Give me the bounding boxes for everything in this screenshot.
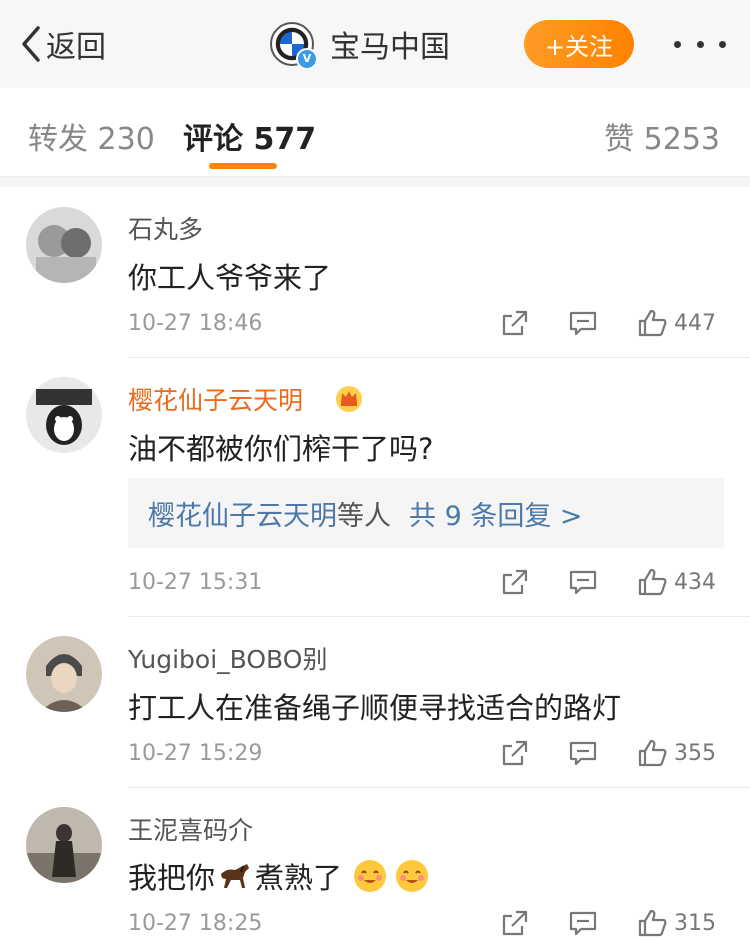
tab-likes[interactable]: 赞 5253 bbox=[604, 114, 720, 158]
horse-emoji-icon bbox=[221, 864, 250, 888]
section-divider bbox=[0, 177, 750, 187]
reply-summary[interactable]: 樱花仙子云天明 等人 共 9 条回复 > bbox=[128, 478, 724, 548]
comment-time: 10-27 15:29 bbox=[128, 741, 263, 766]
chevron-left-icon bbox=[22, 26, 40, 62]
tab-comments[interactable]: 评论 577 bbox=[183, 114, 316, 158]
comment-text: 我把你 煮熟了 bbox=[128, 855, 430, 897]
like-icon bbox=[638, 568, 667, 596]
like-count: 434 bbox=[674, 569, 716, 595]
share-icon[interactable] bbox=[500, 738, 530, 768]
share-icon[interactable] bbox=[500, 567, 530, 597]
comment-icon[interactable] bbox=[568, 738, 598, 768]
account-avatar[interactable]: V bbox=[270, 22, 318, 70]
comment-text-before: 我把你 bbox=[128, 861, 216, 895]
reply-users[interactable]: 樱花仙子云天明 bbox=[148, 494, 337, 533]
like-button[interactable]: 315 bbox=[636, 907, 716, 939]
avatar[interactable] bbox=[26, 207, 102, 283]
avatar[interactable] bbox=[26, 636, 102, 712]
follow-button[interactable]: +关注 bbox=[524, 20, 634, 68]
comment-text: 油不都被你们榨干了吗? bbox=[128, 432, 434, 466]
comment-username[interactable]: Yugiboi_BOBO别 bbox=[128, 640, 327, 676]
comment-actions: 434 bbox=[500, 565, 716, 599]
account-name: 宝马中国 bbox=[330, 30, 450, 65]
like-icon bbox=[638, 309, 667, 337]
comment-username[interactable]: 王泥喜码介 bbox=[128, 811, 253, 847]
crown-icon bbox=[334, 383, 364, 417]
verified-badge-icon: V bbox=[296, 48, 318, 70]
comment-actions: 315 bbox=[500, 906, 716, 940]
comment-text: 打工人在准备绳子顺便寻找适合的路灯 bbox=[128, 691, 622, 725]
comment-icon[interactable] bbox=[568, 308, 598, 338]
comment-username[interactable]: 石丸多 bbox=[128, 210, 203, 246]
like-button[interactable]: 434 bbox=[636, 566, 716, 598]
divider bbox=[128, 787, 750, 788]
comment-time: 10-27 18:25 bbox=[128, 911, 263, 936]
more-dots-icon[interactable] bbox=[674, 26, 726, 62]
comment-actions: 355 bbox=[500, 736, 716, 770]
comment-time: 10-27 15:31 bbox=[128, 570, 263, 595]
comment-icon[interactable] bbox=[568, 567, 598, 597]
blush-emoji-icon bbox=[396, 860, 429, 892]
reply-count-link[interactable]: 共 9 条回复 > bbox=[409, 494, 583, 533]
divider bbox=[128, 616, 750, 617]
comment-text-after: 煮熟了 bbox=[255, 861, 343, 895]
comment-username[interactable]: 樱花仙子云天明 bbox=[128, 381, 303, 417]
like-count: 447 bbox=[674, 310, 716, 336]
like-icon bbox=[638, 739, 667, 767]
back-label: 返回 bbox=[46, 30, 106, 65]
like-count: 355 bbox=[674, 740, 716, 766]
blush-emoji-icon bbox=[354, 860, 387, 892]
active-tab-indicator bbox=[209, 163, 277, 169]
comment-time: 10-27 18:46 bbox=[128, 311, 263, 336]
tab-bar: 转发 230 评论 577 赞 5253 bbox=[0, 88, 750, 177]
avatar[interactable] bbox=[26, 807, 102, 883]
like-button[interactable]: 355 bbox=[636, 737, 716, 769]
top-bar: 返回 V 宝马中国 +关注 bbox=[0, 0, 750, 89]
tab-reposts[interactable]: 转发 230 bbox=[28, 114, 155, 158]
divider bbox=[128, 357, 750, 358]
like-icon bbox=[638, 909, 667, 937]
account-header[interactable]: V 宝马中国 bbox=[270, 20, 450, 70]
back-button[interactable]: 返回 bbox=[20, 22, 106, 66]
avatar[interactable] bbox=[26, 377, 102, 453]
like-count: 315 bbox=[674, 910, 716, 936]
comment-actions: 447 bbox=[500, 306, 716, 340]
reply-suffix: 等人 bbox=[337, 500, 391, 532]
like-button[interactable]: 447 bbox=[636, 307, 716, 339]
comment-text: 你工人爷爷来了 bbox=[128, 261, 332, 295]
share-icon[interactable] bbox=[500, 308, 530, 338]
